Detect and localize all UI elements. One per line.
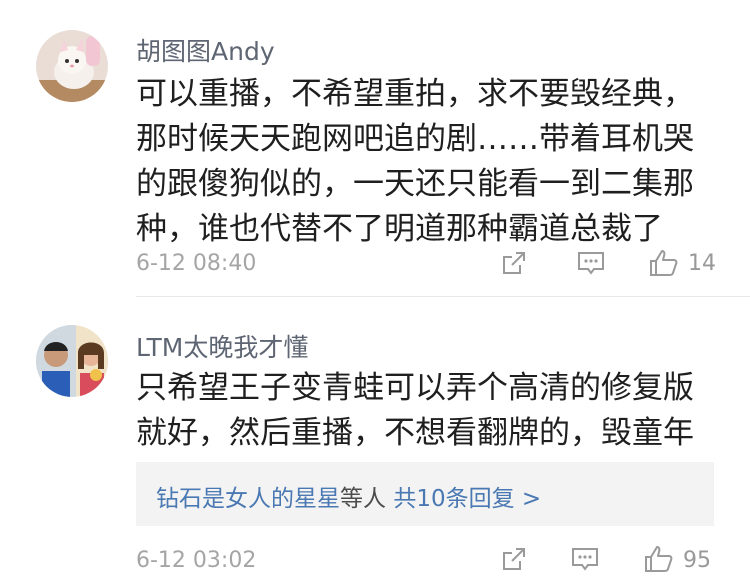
reply-summary[interactable]: 钻石是女人的星星等人 共10条回复 > — [136, 462, 714, 526]
comment-text: 只希望王子变青蛙可以弄个高清的修复版就好，然后重播，不想看翻牌的，毁童年 — [136, 370, 694, 451]
avatar[interactable] — [36, 325, 108, 397]
comment-item: LTM太晚我才懂 只希望王子变青蛙可以弄个高清的修复版就好，然后重播，不想看翻牌… — [0, 0, 750, 582]
reply-connector: 等人 — [340, 486, 386, 512]
share-icon — [503, 548, 525, 570]
share-button[interactable] — [497, 542, 531, 576]
comment-icon — [572, 548, 598, 571]
thumbs-up-icon — [645, 546, 673, 572]
comment-button[interactable] — [568, 542, 602, 576]
view-replies-link[interactable]: 共10条回复 > — [393, 486, 541, 512]
like-button[interactable] — [642, 542, 676, 576]
like-count: 95 — [683, 548, 711, 573]
couple-avatar-icon — [36, 325, 108, 397]
reply-summary-text: 钻石是女人的星星等人 共10条回复 > — [156, 479, 541, 513]
username[interactable]: LTM太晚我才懂 — [136, 328, 308, 364]
timestamp: 6-12 03:02 — [136, 548, 257, 573]
reply-users-link[interactable]: 钻石是女人的星星 — [156, 486, 340, 512]
